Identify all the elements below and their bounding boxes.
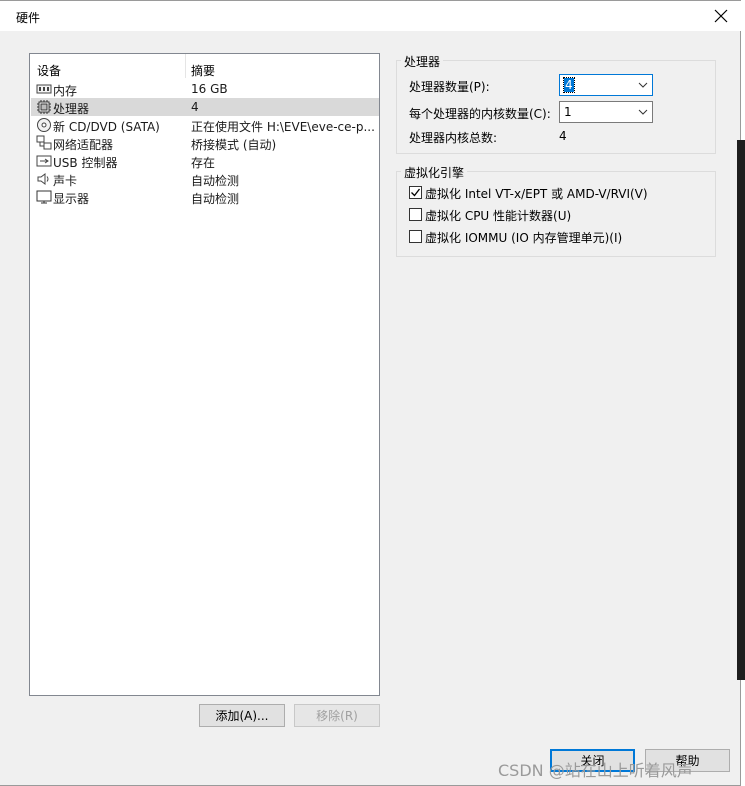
device-row-network-adapter[interactable]: 网络适配器 桥接模式 (自动) xyxy=(31,134,379,152)
processor-count-select[interactable]: 4 xyxy=(559,74,653,96)
device-summary: 正在使用文件 H:\EVE\eve-ce-p... xyxy=(191,120,375,134)
checkmark-icon xyxy=(411,188,421,197)
device-name: 内存 xyxy=(53,84,78,98)
network-adapter-icon xyxy=(36,135,52,150)
device-summary: 自动检测 xyxy=(191,174,240,188)
cores-per-processor-label: 每个处理器的内核数量(C): xyxy=(409,107,551,121)
chevron-down-icon xyxy=(638,82,648,88)
processor-group-title: 处理器 xyxy=(401,53,444,70)
cd-dvd-icon xyxy=(37,118,51,132)
vtx-checkbox[interactable] xyxy=(409,186,422,199)
title-bar: 硬件 xyxy=(0,1,741,31)
device-summary: 16 GB xyxy=(191,82,228,96)
cpu-counters-checkbox-label[interactable]: 虚拟化 CPU 性能计数器(U) xyxy=(425,207,571,224)
total-cores-label: 处理器内核总数: xyxy=(409,131,498,145)
virtualization-group-title: 虚拟化引擎 xyxy=(401,164,468,181)
column-separator[interactable] xyxy=(185,54,186,78)
hardware-dialog: 硬件 设备 摘要 内存 16 GB 处理器 4 新 CD/DVD (SATA) … xyxy=(0,0,741,786)
watermark: CSDN @站在山上听着风声 xyxy=(498,761,693,780)
add-device-button[interactable]: 添加(A)... xyxy=(199,704,285,727)
device-name: 新 CD/DVD (SATA) xyxy=(53,120,160,134)
device-summary: 存在 xyxy=(191,156,216,170)
processor-count-value: 4 xyxy=(563,77,575,93)
device-row-memory[interactable]: 内存 16 GB xyxy=(31,80,379,98)
device-summary: 自动检测 xyxy=(191,192,240,206)
close-icon xyxy=(714,9,728,23)
device-name: 处理器 xyxy=(53,102,90,116)
column-header-summary[interactable]: 摘要 xyxy=(191,62,215,79)
device-list[interactable]: 设备 摘要 内存 16 GB 处理器 4 新 CD/DVD (SATA) 正在使… xyxy=(29,53,380,696)
device-name: 显示器 xyxy=(53,192,90,206)
cores-per-processor-select[interactable]: 1 xyxy=(559,101,653,123)
device-summary: 桥接模式 (自动) xyxy=(191,138,277,152)
total-cores-value: 4 xyxy=(559,129,567,143)
remove-device-button[interactable]: 移除(R) xyxy=(294,704,380,727)
chevron-down-icon xyxy=(638,109,648,115)
device-name: 网络适配器 xyxy=(53,138,114,152)
cores-per-processor-value: 1 xyxy=(564,105,572,119)
device-summary: 4 xyxy=(191,100,199,114)
device-name: USB 控制器 xyxy=(53,156,118,170)
cpu-icon xyxy=(37,100,51,114)
speaker-icon xyxy=(37,173,49,185)
close-window-button[interactable] xyxy=(707,3,735,29)
window-title: 硬件 xyxy=(16,11,41,25)
vtx-checkbox-label[interactable]: 虚拟化 Intel VT-x/EPT 或 AMD-V/RVI(V) xyxy=(425,185,648,202)
memory-icon xyxy=(36,84,52,94)
usb-icon xyxy=(36,155,52,167)
device-row-cd-dvd[interactable]: 新 CD/DVD (SATA) 正在使用文件 H:\EVE\eve-ce-p..… xyxy=(31,116,379,134)
processor-count-label: 处理器数量(P): xyxy=(409,80,490,94)
device-row-sound-card[interactable]: 声卡 自动检测 xyxy=(31,170,379,188)
cpu-counters-checkbox[interactable] xyxy=(409,208,422,221)
device-row-processor[interactable]: 处理器 4 xyxy=(31,98,379,116)
column-header-device[interactable]: 设备 xyxy=(37,62,61,79)
monitor-icon xyxy=(36,190,52,204)
device-row-display[interactable]: 显示器 自动检测 xyxy=(31,188,379,206)
device-name: 声卡 xyxy=(53,174,78,188)
background-app-edge xyxy=(737,140,745,680)
iommu-checkbox[interactable] xyxy=(409,230,422,243)
iommu-checkbox-label[interactable]: 虚拟化 IOMMU (IO 内存管理单元)(I) xyxy=(425,229,622,246)
device-row-usb[interactable]: USB 控制器 存在 xyxy=(31,152,379,170)
